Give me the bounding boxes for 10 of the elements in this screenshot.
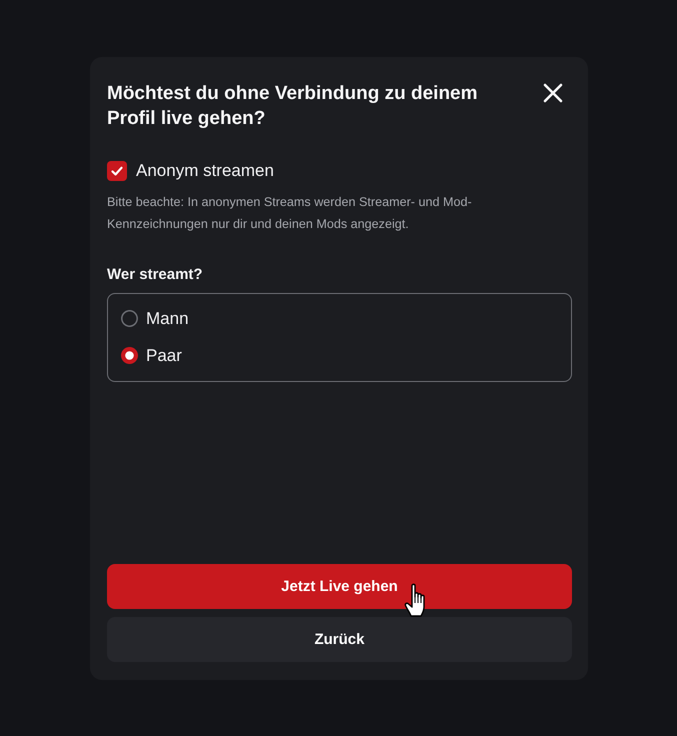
checkbox-label: Anonym streamen	[136, 161, 274, 181]
checkbox[interactable]	[107, 161, 127, 181]
radio-option[interactable]: Mann	[121, 300, 558, 337]
back-button[interactable]: Zurück	[107, 617, 572, 662]
question-label: Wer streamt?	[107, 266, 204, 283]
go-live-button[interactable]: Jetzt Live gehen	[107, 564, 572, 609]
radio-option[interactable]: Paar	[121, 337, 558, 374]
note-text: Bitte beachte: In anonymen Streams werden Streamer- und Mod-Kennzeichnungen nur dir und deinen Mods angezeigt.	[107, 194, 473, 233]
dialog-title: Möchtest du ohne Verbindung zu deinem Profil live gehen?	[107, 82, 479, 131]
close-icon[interactable]	[543, 83, 563, 103]
